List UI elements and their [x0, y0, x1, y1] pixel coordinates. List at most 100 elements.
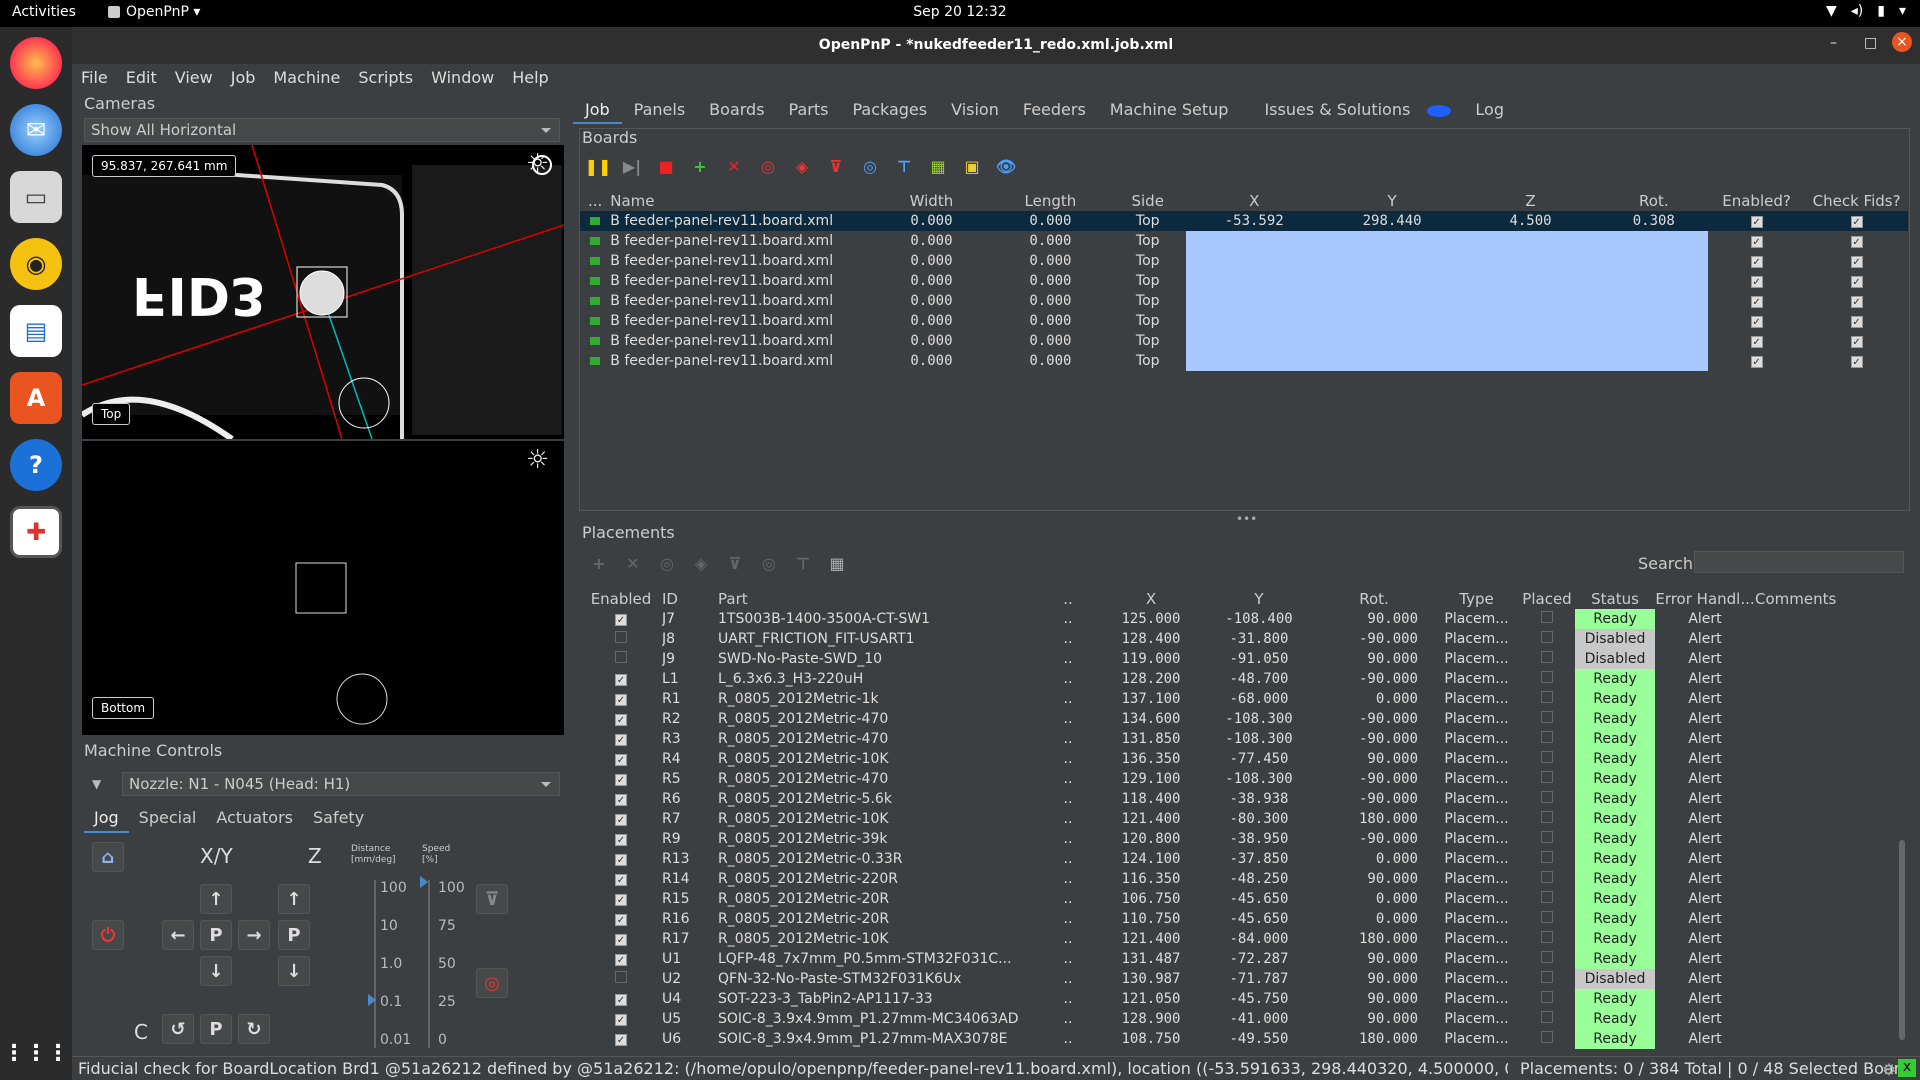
- placement-part[interactable]: R_0805_2012Metric-5.6k: [718, 789, 1038, 809]
- placement-enabled-checkbox[interactable]: ✓: [580, 949, 662, 969]
- board-x[interactable]: [1185, 271, 1323, 291]
- placement-error-handling[interactable]: Alert: [1655, 1029, 1755, 1049]
- menu-scripts[interactable]: Scripts: [349, 64, 422, 89]
- placement-type[interactable]: Placem...: [1434, 929, 1519, 949]
- placement-rot[interactable]: -90.000: [1314, 789, 1434, 809]
- home-button[interactable]: ⌂: [92, 842, 124, 872]
- placement-type[interactable]: Placem...: [1434, 969, 1519, 989]
- placement-y[interactable]: -68.000: [1204, 689, 1314, 709]
- placement-enabled-checkbox[interactable]: ✓: [580, 809, 662, 829]
- placement-error-handling[interactable]: Alert: [1655, 689, 1755, 709]
- board-length[interactable]: 0.000: [991, 331, 1110, 351]
- placements-scrollbar-thumb[interactable]: [1899, 840, 1905, 1040]
- menu-view[interactable]: View: [166, 64, 222, 89]
- placement-part[interactable]: QFN-32-No-Paste-STM32F031K6Ux: [718, 969, 1038, 989]
- placement-comments[interactable]: [1755, 649, 1895, 669]
- move-tool-placement-icon[interactable]: ⊽: [722, 552, 748, 574]
- placement-rot[interactable]: 90.000: [1314, 749, 1434, 769]
- placement-error-handling[interactable]: Alert: [1655, 909, 1755, 929]
- placement-rot[interactable]: 90.000: [1314, 989, 1434, 1009]
- placement-more[interactable]: ..: [1038, 1029, 1098, 1049]
- board-side[interactable]: Top: [1110, 331, 1186, 351]
- placement-rot[interactable]: -90.000: [1314, 629, 1434, 649]
- placement-error-handling[interactable]: Alert: [1655, 769, 1755, 789]
- placement-enabled-checkbox[interactable]: ✓: [580, 789, 662, 809]
- placement-y[interactable]: -45.750: [1204, 989, 1314, 1009]
- board-width[interactable]: 0.000: [872, 291, 991, 311]
- placement-placed-checkbox[interactable]: [1519, 869, 1575, 889]
- board-y[interactable]: [1322, 331, 1462, 351]
- placement-placed-checkbox[interactable]: [1519, 829, 1575, 849]
- placement-y[interactable]: -38.950: [1204, 829, 1314, 849]
- fiducial-check-icon[interactable]: ◎: [857, 155, 883, 177]
- distance-slider[interactable]: 100 10 1.0 0.1 0.01: [356, 880, 411, 1050]
- placement-x[interactable]: 130.987: [1098, 969, 1204, 989]
- pause-icon[interactable]: ❚❚: [585, 155, 612, 177]
- placement-row[interactable]: J8 UART_FRICTION_FIT-USART1.. 128.400 -31.8…: [580, 629, 1895, 649]
- placement-rot[interactable]: 180.000: [1314, 809, 1434, 829]
- placement-row[interactable]: ✓ J7 1TS003B-1400-3500A-CT-SW1.. 125.000 -10…: [580, 609, 1895, 629]
- placement-part[interactable]: SOIC-8_3.9x4.9mm_P1.27mm-MC34063AD: [718, 1009, 1038, 1029]
- placement-placed-checkbox[interactable]: [1519, 789, 1575, 809]
- placement-y[interactable]: -41.000: [1204, 1009, 1314, 1029]
- placement-comments[interactable]: [1755, 929, 1895, 949]
- board-rot[interactable]: [1599, 311, 1708, 331]
- remove-board-icon[interactable]: ✕: [721, 155, 747, 177]
- clock[interactable]: Sep 20 12:32: [0, 4, 1920, 20]
- board-row[interactable]: B feeder-panel-rev11.board.xml 0.000 0.000…: [580, 331, 1908, 351]
- top-camera-view[interactable]: FID3 95.837, 267.641 mm ☼ Top: [82, 145, 564, 439]
- tab-feeders[interactable]: Feeders: [1011, 96, 1098, 124]
- set-z-icon[interactable]: ⊤: [891, 155, 917, 177]
- placement-enabled-checkbox[interactable]: ✓: [580, 929, 662, 949]
- placement-comments[interactable]: [1755, 969, 1895, 989]
- placement-y[interactable]: -108.400: [1204, 609, 1314, 629]
- placement-row[interactable]: ✓ R3 R_0805_2012Metric-470.. 131.850 -108.30…: [580, 729, 1895, 749]
- placement-rot[interactable]: -90.000: [1314, 829, 1434, 849]
- remove-placement-icon[interactable]: ✕: [620, 552, 646, 574]
- placement-y[interactable]: -108.300: [1204, 729, 1314, 749]
- board-row[interactable]: B feeder-panel-rev11.board.xml 0.000 0.000…: [580, 311, 1908, 331]
- placement-error-handling[interactable]: Alert: [1655, 629, 1755, 649]
- placement-comments[interactable]: [1755, 869, 1895, 889]
- openpnp-dock-icon[interactable]: ✚: [10, 506, 62, 558]
- placement-comments[interactable]: [1755, 989, 1895, 1009]
- placement-y[interactable]: -48.250: [1204, 869, 1314, 889]
- placement-placed-checkbox[interactable]: [1519, 909, 1575, 929]
- rhythmbox-icon[interactable]: ◉: [10, 238, 62, 290]
- menu-help[interactable]: Help: [503, 64, 557, 89]
- jog-y-plus-button[interactable]: ↑: [200, 884, 232, 914]
- park-c-button[interactable]: P: [200, 1014, 232, 1044]
- placement-placed-checkbox[interactable]: [1519, 649, 1575, 669]
- placement-rot[interactable]: 180.000: [1314, 929, 1434, 949]
- tab-log[interactable]: Log: [1463, 96, 1516, 124]
- board-z[interactable]: 4.500: [1461, 211, 1600, 231]
- board-side[interactable]: Top: [1109, 211, 1186, 231]
- board-x[interactable]: [1185, 291, 1323, 311]
- placement-placed-checkbox[interactable]: [1519, 889, 1575, 909]
- col-x[interactable]: X: [1098, 589, 1204, 609]
- placement-part[interactable]: R_0805_2012Metric-10K: [718, 749, 1038, 769]
- placement-part[interactable]: R_0805_2012Metric-0.33R: [718, 849, 1038, 869]
- placement-row[interactable]: ✓ U1 LQFP-48_7x7mm_P0.5mm-STM32F031C..... 1…: [580, 949, 1895, 969]
- board-width[interactable]: 0.000: [871, 211, 991, 231]
- board-check-fids-checkbox[interactable]: ✓: [1805, 331, 1908, 351]
- placement-type[interactable]: Placem...: [1434, 809, 1519, 829]
- placement-row[interactable]: ✓ R4 R_0805_2012Metric-10K.. 136.350 -77.450…: [580, 749, 1895, 769]
- placement-y[interactable]: -72.287: [1204, 949, 1314, 969]
- placement-y[interactable]: -48.700: [1204, 669, 1314, 689]
- placement-placed-checkbox[interactable]: [1519, 969, 1575, 989]
- panel-icon[interactable]: ▣: [959, 155, 985, 177]
- set-z-placement-icon[interactable]: ⊤: [790, 552, 816, 574]
- col-error-handling[interactable]: Error Handl...: [1655, 589, 1755, 609]
- power-button[interactable]: ⏻: [92, 920, 124, 950]
- placement-placed-checkbox[interactable]: [1519, 749, 1575, 769]
- placement-row[interactable]: ✓ R9 R_0805_2012Metric-39k.. 120.800 -38.950…: [580, 829, 1895, 849]
- placement-placed-checkbox[interactable]: [1519, 769, 1575, 789]
- placement-placed-checkbox[interactable]: [1519, 629, 1575, 649]
- placement-enabled-checkbox[interactable]: ✓: [580, 669, 662, 689]
- placement-more[interactable]: ..: [1038, 809, 1098, 829]
- board-length[interactable]: 0.000: [991, 311, 1110, 331]
- placement-error-handling[interactable]: Alert: [1655, 849, 1755, 869]
- files-icon[interactable]: ▭: [10, 171, 62, 223]
- board-rot[interactable]: [1599, 291, 1708, 311]
